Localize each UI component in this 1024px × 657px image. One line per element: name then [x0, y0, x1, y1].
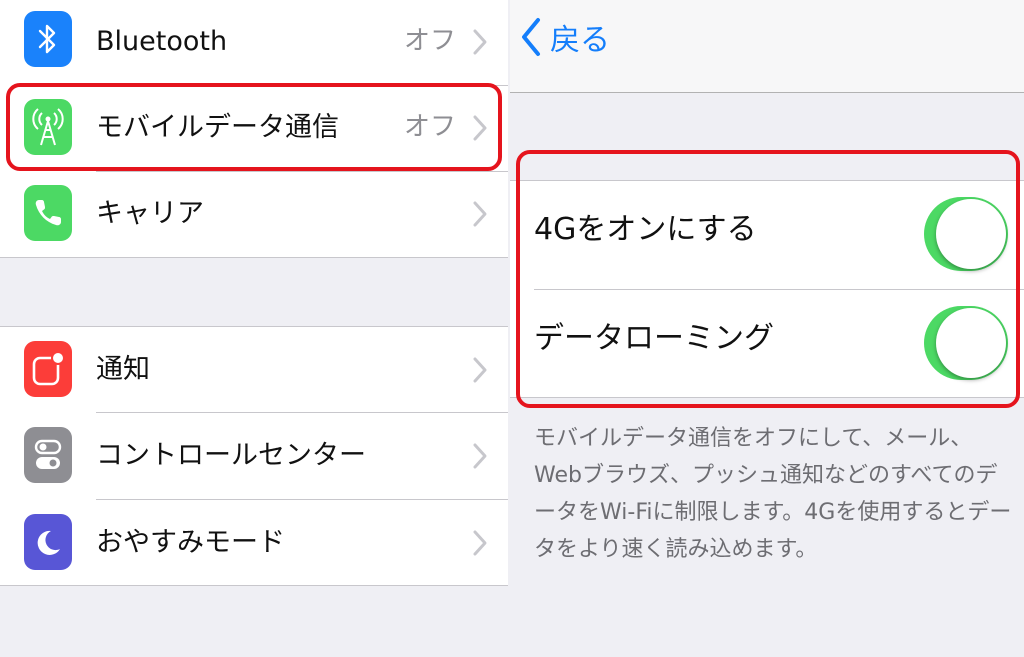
bluetooth-icon: [24, 11, 72, 67]
settings-row-notifications[interactable]: 通知: [0, 327, 508, 413]
back-label: 戻る: [550, 23, 610, 58]
moon-icon: [24, 514, 72, 570]
toggle-knob: [936, 308, 1006, 378]
settings-row-do-not-disturb[interactable]: おやすみモード: [0, 500, 508, 586]
control-center-icon: [24, 427, 72, 483]
back-button[interactable]: 戻る: [520, 12, 610, 62]
do-not-disturb-label: おやすみモード: [96, 527, 285, 558]
data-roaming-toggle[interactable]: [924, 306, 1008, 380]
mobile-data-footnote: モバイルデータ通信をオフにして、メール、Webブラウズ、プッシュ通知などのすべて…: [534, 426, 1012, 562]
chevron-left-icon: [522, 18, 540, 56]
bluetooth-label: Bluetooth: [96, 26, 228, 57]
toggle-knob: [936, 199, 1006, 269]
navigation-bar: 戻る: [510, 0, 1024, 93]
enable-4g-toggle[interactable]: [924, 197, 1008, 271]
cellular-options-group: 4Gをオンにする データローミング: [510, 180, 1024, 398]
enable-4g-label: 4Gをオンにする: [534, 212, 757, 247]
chevron-right-icon: [473, 357, 487, 383]
settings-row-4g: 4Gをオンにする: [510, 181, 1024, 289]
settings-list-panel: Bluetooth オフ モバイルデータ通信 オフ キャリア 通知 コントロール…: [0, 0, 508, 657]
control-center-label: コントロールセンター: [96, 440, 366, 471]
carrier-label: キャリア: [96, 198, 204, 229]
chevron-right-icon: [473, 29, 487, 55]
mobile-data-detail-panel: 戻る 4Gをオンにする データローミング モバイルデータ通信をオフにして、メール…: [510, 0, 1024, 657]
phone-icon: [24, 185, 72, 241]
antenna-icon: [24, 99, 72, 155]
settings-row-mobile-data[interactable]: モバイルデータ通信 オフ: [0, 86, 508, 172]
bluetooth-status: オフ: [403, 26, 456, 56]
settings-row-carrier[interactable]: キャリア: [0, 172, 508, 258]
notifications-label: 通知: [96, 354, 150, 385]
mobile-data-label: モバイルデータ通信: [96, 112, 339, 143]
settings-group-notifications: 通知 コントロールセンター おやすみモード: [0, 326, 508, 586]
chevron-right-icon: [473, 115, 487, 141]
mobile-data-status: オフ: [403, 112, 456, 142]
settings-row-control-center[interactable]: コントロールセンター: [0, 413, 508, 499]
settings-group-connectivity: Bluetooth オフ モバイルデータ通信 オフ キャリア: [0, 0, 508, 258]
chevron-right-icon: [473, 443, 487, 469]
chevron-right-icon: [473, 201, 487, 227]
settings-row-bluetooth[interactable]: Bluetooth オフ: [0, 0, 508, 86]
chevron-right-icon: [473, 530, 487, 556]
notifications-icon: [24, 341, 72, 397]
settings-row-roaming: データローミング: [510, 290, 1024, 398]
data-roaming-label: データローミング: [534, 321, 774, 356]
